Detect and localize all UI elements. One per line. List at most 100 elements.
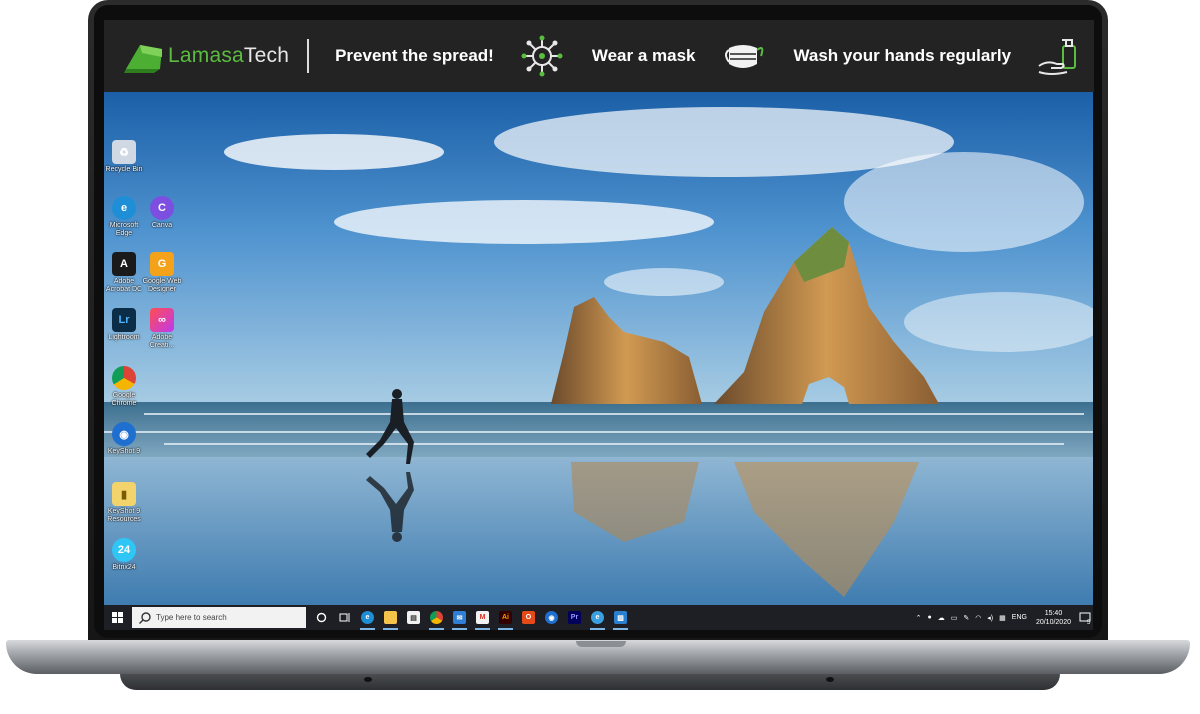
taskbar-clock[interactable]: 15:40 20/10/2020 (1036, 609, 1071, 627)
taskbar-app-gmail[interactable]: M (471, 605, 494, 630)
keyboard-icon[interactable]: ▦ (999, 614, 1006, 622)
hand-sanitizer-icon (1038, 39, 1077, 75)
desktop-icon-google-web-designer[interactable]: G Google Web Designer (142, 252, 182, 294)
chrome-icon (112, 366, 136, 390)
taskbar-app-chrome[interactable] (425, 605, 448, 630)
google-web-designer-icon: G (150, 252, 174, 276)
pen-icon[interactable]: ✎ (963, 614, 969, 622)
windows-taskbar: Type here to search e ▤ ✉ M Ai O ◉ Pr e … (104, 605, 1093, 630)
taskbar-app-photos[interactable]: ▨ (609, 605, 632, 630)
gmail-icon: M (476, 611, 489, 624)
show-hidden-icons-chevron-icon[interactable]: ⌃ (916, 614, 922, 622)
desktop-icon-label: KeyShot 9 (107, 448, 141, 455)
desktop-icon-adobe-creative-cloud[interactable]: ∞ Adobe Creati... (142, 308, 182, 350)
cortana-icon (316, 612, 327, 623)
battery-icon[interactable]: ▭ (951, 614, 958, 622)
taskbar-app-mail[interactable]: ✉ (448, 605, 471, 630)
laptop-base-underside (120, 674, 1060, 690)
banner-message-prevent: Prevent the spread! (335, 46, 494, 65)
taskbar-app-premiere[interactable]: Pr (563, 605, 586, 630)
canva-icon: C (150, 196, 174, 220)
photos-icon: ▨ (614, 611, 627, 624)
rubber-foot (364, 677, 372, 682)
taskbar-app-keyshot[interactable]: ◉ (540, 605, 563, 630)
desktop-icon-microsoft-edge[interactable]: e Microsoft Edge (104, 196, 144, 238)
keyshot-icon: ◉ (112, 422, 136, 446)
desktop-icon-lightroom[interactable]: Lr Lightroom (104, 308, 144, 342)
keyshot-icon: ◉ (545, 611, 558, 624)
task-view-button[interactable] (333, 605, 356, 630)
premiere-icon: Pr (568, 611, 581, 624)
desktop-icon-keyshot[interactable]: ◉ KeyShot 9 (104, 422, 144, 456)
taskbar-search-box[interactable]: Type here to search (132, 607, 306, 628)
banner-message-wash-hands: Wash your hands regularly (793, 46, 1012, 65)
search-placeholder: Type here to search (156, 613, 227, 622)
beach-wallpaper (104, 92, 1093, 605)
desktop-icon-adobe-acrobat[interactable]: A Adobe Acrobat DC (104, 252, 144, 294)
acrobat-icon: A (112, 252, 136, 276)
edge-icon: e (112, 196, 136, 220)
desktop-icon-recycle-bin[interactable]: ♻ Recycle Bin (104, 140, 144, 174)
logo-text-lamasa: Lamasa (168, 44, 244, 67)
banner-divider (307, 39, 310, 73)
desktop-icon-google-chrome[interactable]: Google Chrome (104, 366, 144, 408)
virus-icon (521, 35, 563, 77)
lid-opener-notch (576, 641, 626, 647)
chrome-icon (430, 611, 443, 624)
desktop-icon-label: Canva (151, 222, 173, 229)
logo-text-tech: Tech (243, 44, 290, 67)
taskbar-app-store[interactable]: ▤ (402, 605, 425, 630)
taskbar-app-file-explorer[interactable] (379, 605, 402, 630)
face-mask-icon (725, 45, 764, 68)
folder-icon: ▮ (112, 482, 136, 506)
taskbar-app-edge[interactable]: e (356, 605, 379, 630)
desktop-icon-label: Google Chrome (111, 392, 137, 407)
system-tray: ⌃ ● ☁ ▭ ✎ ◠ ◂) ▦ ENG 15:40 20/10/2020 5 (913, 605, 1093, 630)
desktop-icon-canva[interactable]: C Canva (142, 196, 182, 230)
desktop-icon-label: Adobe Acrobat DC (105, 278, 143, 293)
desktop-screen: ♻ Recycle Bin e Microsoft Edge C Canva A… (104, 92, 1093, 630)
desktop-icon-label: Adobe Creati... (149, 334, 175, 349)
desktop-icon-label: Recycle Bin (105, 166, 143, 173)
banner-message-mask: Wear a mask (591, 46, 696, 65)
store-icon: ▤ (407, 611, 420, 624)
lamasatech-logo: LamasaTech (124, 39, 289, 73)
covid-banner: LamasaTech Prevent the spread! Wear a ma… (104, 20, 1094, 92)
recycle-bin-icon: ♻ (112, 140, 136, 164)
office-icon: O (522, 611, 535, 624)
file-explorer-icon (384, 611, 397, 624)
edge-beta-icon: e (591, 611, 604, 624)
volume-icon[interactable]: ◂) (987, 614, 993, 622)
desktop-icon-label: Bitrix24 (112, 564, 136, 571)
taskbar-app-edge-beta[interactable]: e (586, 605, 609, 630)
desktop-icon-bitrix24[interactable]: 24 Bitrix24 (104, 538, 144, 572)
taskbar-app-illustrator[interactable]: Ai (494, 605, 517, 630)
tray-app-icon[interactable]: ● (927, 614, 931, 621)
task-view-icon (339, 613, 349, 622)
desktop-icon-label: Microsoft Edge (109, 222, 139, 237)
desktop-icon-label: KeyShot 9 Resources (107, 508, 141, 523)
wifi-icon[interactable]: ◠ (975, 614, 981, 622)
notification-icon: 5 (1079, 612, 1091, 624)
cortana-button[interactable] (310, 605, 333, 630)
start-button[interactable] (104, 605, 130, 630)
windows-logo-icon (111, 612, 123, 623)
language-indicator[interactable]: ENG (1012, 614, 1027, 621)
desktop-icon-keyshot-resources[interactable]: ▮ KeyShot 9 Resources (104, 482, 144, 524)
taskbar-app-office[interactable]: O (517, 605, 540, 630)
mail-icon: ✉ (453, 611, 466, 624)
illustrator-icon: Ai (499, 611, 512, 624)
search-icon (139, 611, 151, 624)
logo-flag-icon (124, 45, 162, 73)
rubber-foot (826, 677, 834, 682)
clock-time: 15:40 (1044, 609, 1063, 617)
desktop-icon-label: Lightroom (108, 334, 140, 341)
creative-cloud-icon: ∞ (150, 308, 174, 332)
edge-icon: e (361, 611, 374, 624)
clock-date: 20/10/2020 (1035, 618, 1071, 626)
bitrix24-icon: 24 (112, 538, 136, 562)
lightroom-icon: Lr (112, 308, 136, 332)
tray-cloud-icon[interactable]: ☁ (938, 614, 945, 622)
action-center-button[interactable]: 5 (1077, 605, 1093, 630)
desktop-icon-label: Google Web Designer (142, 278, 182, 293)
